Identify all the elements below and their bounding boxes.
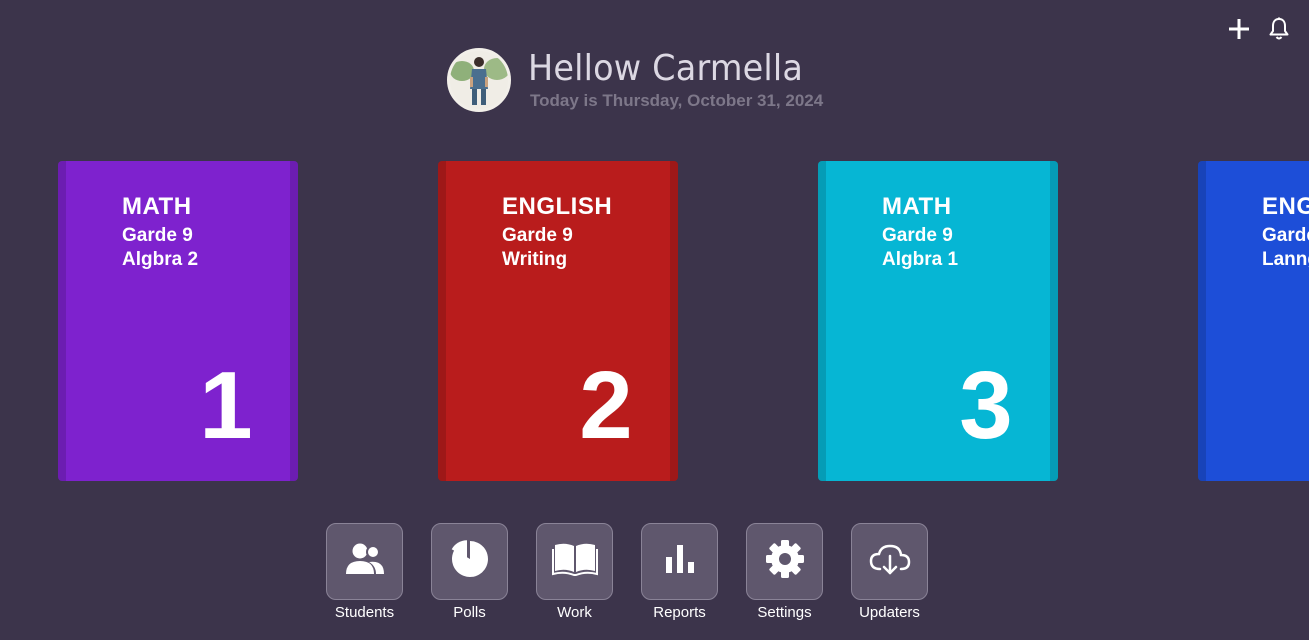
students-button[interactable]: Students (326, 523, 403, 621)
card-number: 1 (199, 352, 253, 459)
greeting-title: Hellow Carmella (528, 48, 804, 89)
class-card[interactable]: MATH Garde 9 Algbra 2 1 (58, 161, 298, 481)
updaters-button[interactable]: Updaters (851, 523, 928, 621)
polls-label: Polls (453, 604, 486, 621)
updaters-label: Updaters (859, 604, 920, 621)
card-grade: Garde 9 (502, 225, 573, 246)
work-button[interactable]: Work (536, 523, 613, 621)
header: Hellow Carmella Today is Thursday, Octob… (447, 48, 824, 112)
date-subtitle: Today is Thursday, October 31, 2024 (530, 91, 824, 110)
card-subject: ENGLISH (1262, 193, 1309, 220)
settings-label: Settings (757, 604, 812, 621)
card-course: Algbra 2 (122, 249, 199, 270)
card-subject: ENGLISH (502, 193, 613, 220)
card-number: 2 (579, 352, 633, 459)
class-card[interactable]: MATH Garde 9 Algbra 1 3 (818, 161, 1058, 481)
card-grade: Garde 9 (1262, 225, 1309, 246)
dashboard: Hellow Carmella Today is Thursday, Octob… (0, 0, 1309, 640)
bar-chart-icon (663, 543, 697, 580)
card-grade: Garde 9 (122, 225, 193, 246)
card-subject: MATH (122, 193, 192, 220)
reports-label: Reports (653, 604, 706, 621)
card-grade: Garde 9 (882, 225, 953, 246)
reports-button[interactable]: Reports (641, 523, 718, 621)
users-icon (343, 542, 387, 581)
polls-button[interactable]: Polls (431, 523, 508, 621)
gear-icon (765, 539, 805, 584)
card-course: Writing (502, 249, 568, 270)
book-open-icon (551, 541, 598, 582)
card-subject: MATH (882, 193, 952, 220)
work-label: Work (557, 604, 592, 621)
settings-button[interactable]: Settings (746, 523, 823, 621)
bottom-toolbar: Students Polls Work Reports Settings Upd… (326, 523, 928, 621)
class-card[interactable]: ENGLISH Garde 9 Lanng 4 (1198, 161, 1309, 481)
bell-icon[interactable] (1267, 16, 1291, 42)
card-course: Lanng (1262, 249, 1309, 270)
students-label: Students (334, 604, 395, 621)
pie-chart-icon (450, 539, 490, 584)
class-card[interactable]: ENGLISH Garde 9 Writing 2 (438, 161, 678, 481)
avatar[interactable] (447, 48, 511, 112)
card-course: Algbra 1 (882, 249, 959, 270)
card-number: 3 (959, 352, 1013, 459)
plus-icon[interactable] (1227, 16, 1251, 42)
top-actions (1227, 16, 1291, 42)
cloud-download-icon (868, 542, 912, 581)
